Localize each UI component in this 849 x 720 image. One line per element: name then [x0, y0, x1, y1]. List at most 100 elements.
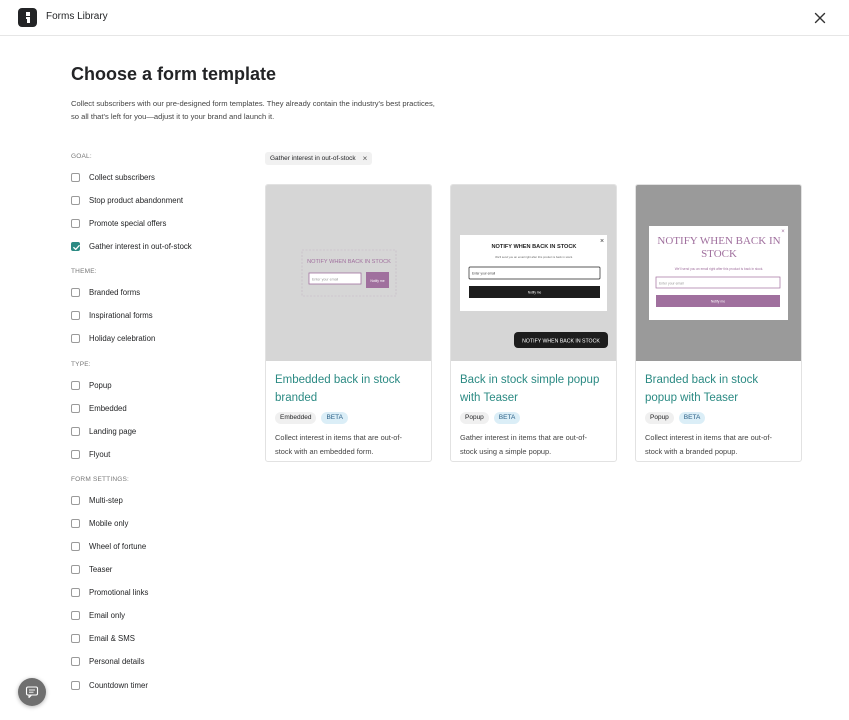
checkbox[interactable]: [71, 195, 80, 205]
filter-label: Branded forms: [89, 287, 141, 297]
checkbox[interactable]: [71, 564, 80, 574]
preview-button-label: Notify me: [711, 300, 725, 304]
card-title-line: popup with Teaser: [645, 392, 739, 404]
checkbox[interactable]: [71, 541, 80, 551]
filter-gather-interest-out-of-stock[interactable]: Gather interest in out-of-stock: [71, 240, 192, 252]
preview-input-placeholder: Enter your email: [659, 282, 684, 286]
filter-label: Gather interest in out-of-stock: [89, 241, 192, 251]
checkbox[interactable]: [71, 426, 80, 436]
preview-close-icon: ×: [600, 238, 604, 245]
close-icon[interactable]: [812, 10, 828, 26]
filter-collect-subscribers[interactable]: Collect subscribers: [71, 171, 155, 183]
app-title: Forms Library: [46, 11, 108, 22]
card-description-line: Collect interest in items that are out-o…: [645, 433, 772, 442]
checkbox[interactable]: [71, 587, 80, 597]
card-description: Collect interest in items that are out-o…: [275, 431, 425, 458]
card-description-line: stock with a branded popup.: [645, 446, 738, 456]
filter-teaser[interactable]: Teaser: [71, 563, 112, 575]
template-card-back-in-stock-simple-popup[interactable]: × NOTIFY WHEN BACK IN STOCK We'll send y…: [450, 184, 617, 462]
card-tags: Popup BETA: [460, 412, 525, 424]
checkbox[interactable]: [71, 518, 80, 528]
card-title: Embedded back in stock branded: [275, 371, 425, 407]
filter-label: Countdown timer: [89, 680, 148, 690]
remove-filter-icon[interactable]: ×: [363, 154, 368, 163]
klaviyo-logo-icon: [18, 8, 37, 27]
filter-stop-product-abandonment[interactable]: Stop product abandonment: [71, 194, 183, 206]
filter-branded-forms[interactable]: Branded forms: [71, 286, 140, 298]
preview-subtext: We'll send you an email right after this…: [675, 267, 764, 271]
filter-group-label-type: TYPE:: [71, 361, 91, 368]
preview-input-placeholder: Enter your email: [312, 278, 338, 282]
type-tag: Popup: [460, 412, 489, 424]
filter-personal-details[interactable]: Personal details: [71, 655, 144, 667]
filter-label: Email & SMS: [89, 633, 135, 643]
type-tag: Popup: [645, 412, 674, 424]
checkbox[interactable]: [71, 287, 80, 297]
filter-group-label-theme: THEME:: [71, 268, 97, 275]
checkbox[interactable]: [71, 495, 80, 505]
active-filter-chip: Gather interest in out-of-stock ×: [265, 152, 373, 165]
template-preview: × NOTIFY WHEN BACK IN STOCK We'll send y…: [451, 185, 616, 361]
filter-label: Popup: [89, 380, 112, 390]
preview-heading: NOTIFY WHEN BACK IN: [657, 235, 780, 247]
checkbox[interactable]: [71, 380, 80, 390]
preview-button-label: Notify me: [528, 291, 542, 295]
checkbox-checked[interactable]: [71, 241, 80, 251]
checkbox[interactable]: [71, 310, 80, 320]
chat-button[interactable]: [18, 678, 46, 706]
filter-email-only[interactable]: Email only: [71, 609, 125, 621]
filter-holiday-celebration[interactable]: Holiday celebration: [71, 332, 155, 344]
beta-badge: BETA: [493, 412, 521, 424]
checkbox[interactable]: [71, 218, 80, 228]
filter-landing-page[interactable]: Landing page: [71, 425, 136, 437]
filter-label: Stop product abandonment: [89, 195, 184, 205]
filter-mobile-only[interactable]: Mobile only: [71, 517, 128, 529]
card-title-line: Branded back in stock: [645, 374, 759, 386]
filter-multi-step[interactable]: Multi-step: [71, 494, 123, 506]
filter-promote-special-offers[interactable]: Promote special offers: [71, 217, 166, 229]
beta-badge: BETA: [678, 412, 706, 424]
filter-promotional-links[interactable]: Promotional links: [71, 586, 148, 598]
template-card-branded-back-in-stock-popup[interactable]: × NOTIFY WHEN BACK IN STOCK We'll send y…: [635, 184, 802, 462]
filter-flyout[interactable]: Flyout: [71, 448, 110, 460]
checkbox[interactable]: [71, 610, 80, 620]
filter-popup[interactable]: Popup: [71, 379, 112, 391]
filter-wheel-of-fortune[interactable]: Wheel of fortune: [71, 540, 146, 552]
top-bar: Forms Library: [0, 0, 849, 36]
preview-heading: NOTIFY WHEN BACK IN STOCK: [492, 244, 577, 250]
filter-inspirational-forms[interactable]: Inspirational forms: [71, 309, 153, 321]
filter-countdown-timer[interactable]: Countdown timer: [71, 679, 148, 691]
filter-label: Teaser: [89, 564, 113, 574]
checkbox[interactable]: [71, 656, 80, 666]
filter-label: Collect subscribers: [89, 172, 155, 182]
checkbox[interactable]: [71, 633, 80, 643]
active-filter-label: Gather interest in out-of-stock: [270, 155, 356, 162]
card-tags: Embedded BETA: [275, 412, 353, 424]
preview-input-placeholder: Enter your email: [472, 272, 495, 276]
filter-label: Embedded: [89, 403, 127, 413]
filter-label: Promotional links: [89, 587, 149, 597]
template-preview: × NOTIFY WHEN BACK IN STOCK We'll send y…: [636, 185, 801, 361]
preview-heading: NOTIFY WHEN BACK IN STOCK: [307, 259, 391, 265]
card-title: Back in stock simple popup with Teaser: [460, 371, 610, 407]
page-title: Choose a form template: [71, 64, 277, 84]
filter-label: Personal details: [89, 656, 145, 666]
checkbox[interactable]: [71, 403, 80, 413]
card-description-line: Collect interest in items that are out-o…: [275, 433, 402, 442]
filter-group-label-goal: GOAL:: [71, 153, 92, 160]
filter-email-sms[interactable]: Email & SMS: [71, 632, 135, 644]
type-tag: Embedded: [275, 412, 317, 424]
checkbox[interactable]: [71, 680, 80, 690]
beta-badge: BETA: [321, 412, 348, 424]
chat-icon: [25, 686, 39, 699]
filter-label: Multi-step: [89, 495, 123, 505]
checkbox[interactable]: [71, 333, 80, 343]
template-card-embedded-back-in-stock-branded[interactable]: NOTIFY WHEN BACK IN STOCK Enter your ema…: [265, 184, 432, 462]
filter-embedded[interactable]: Embedded: [71, 402, 127, 414]
checkbox[interactable]: [71, 172, 80, 182]
filter-label: Landing page: [89, 426, 137, 436]
template-preview: NOTIFY WHEN BACK IN STOCK Enter your ema…: [266, 185, 431, 361]
card-title-line: Back in stock simple popup: [460, 374, 600, 386]
checkbox[interactable]: [71, 449, 80, 459]
card-title-line: with Teaser: [460, 392, 518, 404]
